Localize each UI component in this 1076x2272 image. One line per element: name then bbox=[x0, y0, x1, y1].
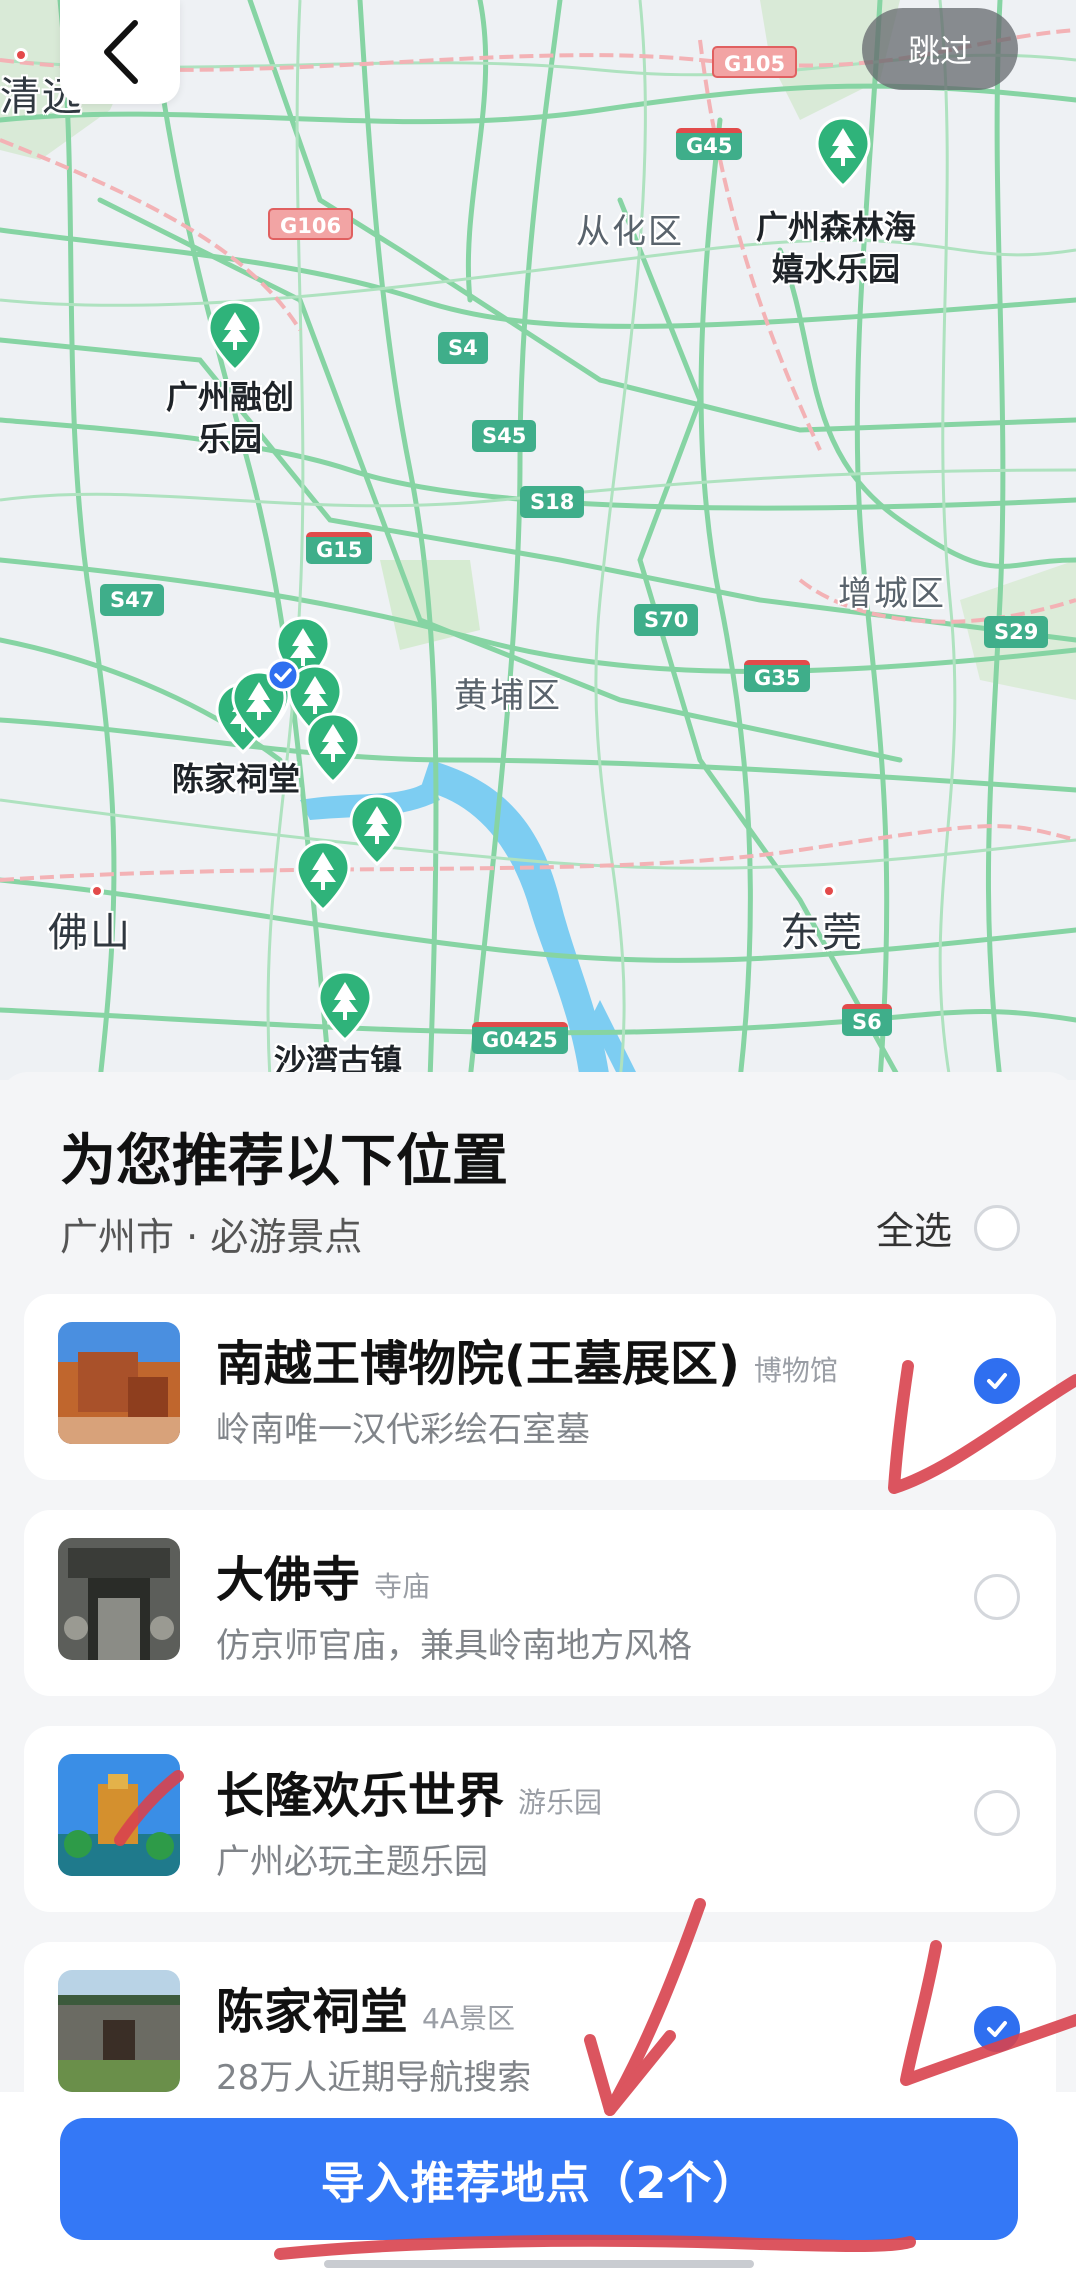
place-thumbnail bbox=[58, 1322, 180, 1444]
home-indicator bbox=[324, 2260, 754, 2268]
poi-label: 广州融创 乐园 bbox=[166, 378, 295, 458]
place-checkbox[interactable] bbox=[974, 1358, 1020, 1404]
check-icon bbox=[987, 1373, 1007, 1389]
map-pin[interactable] bbox=[294, 840, 352, 912]
panel-subtitle: 广州市 · 必游景点 bbox=[60, 1215, 363, 1259]
place-tag: 寺庙 bbox=[374, 1570, 431, 1603]
place-name: 南越王博物院(王墓展区) 博物馆 bbox=[216, 1336, 838, 1392]
road-shield: S6 bbox=[842, 1004, 892, 1036]
city-label: 东莞 bbox=[780, 910, 864, 956]
place-thumbnail bbox=[58, 1754, 180, 1876]
place-card[interactable]: 长隆欢乐世界 游乐园 广州必玩主题乐园 bbox=[24, 1726, 1056, 1912]
select-all-label: 全选 bbox=[875, 1209, 952, 1253]
place-name: 长隆欢乐世界 游乐园 bbox=[216, 1768, 603, 1824]
select-all-toggle[interactable]: 全选 bbox=[876, 1200, 1020, 1255]
bottom-action-bar: 导入推荐地点（2个） bbox=[0, 2092, 1076, 2272]
skip-button[interactable]: 跳过 bbox=[862, 8, 1018, 90]
place-description: 岭南唯一汉代彩绘石室墓 bbox=[216, 1410, 590, 1450]
road-shield: S70 bbox=[634, 604, 699, 636]
place-description: 仿京师官庙，兼具岭南地方风格 bbox=[216, 1626, 692, 1666]
poi-label: 陈家祠堂 bbox=[172, 760, 301, 798]
district-label: 从化区 bbox=[576, 212, 684, 252]
road-shield: G106 bbox=[268, 208, 354, 240]
road-shield: G35 bbox=[744, 660, 811, 692]
place-card[interactable]: 南越王博物院(王墓展区) 博物馆 岭南唯一汉代彩绘石室墓 bbox=[24, 1294, 1056, 1480]
road-shield: S4 bbox=[438, 332, 488, 364]
place-tag: 博物馆 bbox=[753, 1354, 838, 1387]
place-tag: 游乐园 bbox=[518, 1786, 603, 1819]
panel-title: 为您推荐以下位置 bbox=[60, 1129, 508, 1194]
place-checkbox[interactable] bbox=[974, 1574, 1020, 1620]
road-shield: G15 bbox=[306, 532, 373, 564]
map-base bbox=[0, 0, 1076, 1080]
map-pin[interactable] bbox=[348, 794, 406, 866]
road-shield: G45 bbox=[676, 128, 743, 160]
map-pin[interactable] bbox=[304, 712, 362, 784]
selected-badge-icon bbox=[266, 658, 300, 692]
map-pin[interactable] bbox=[814, 116, 872, 188]
import-places-button[interactable]: 导入推荐地点（2个） bbox=[60, 2118, 1018, 2240]
road-shield: S47 bbox=[100, 584, 165, 616]
place-name: 陈家祠堂 4A景区 bbox=[216, 1984, 515, 2040]
place-thumbnail bbox=[58, 1538, 180, 1660]
chevron-left-icon bbox=[104, 20, 138, 84]
district-label: 增城区 bbox=[838, 574, 946, 614]
place-card[interactable]: 大佛寺 寺庙 仿京师官庙，兼具岭南地方风格 bbox=[24, 1510, 1056, 1696]
road-shield: G0425 bbox=[472, 1022, 568, 1054]
city-label: 佛山 bbox=[48, 910, 132, 956]
road-shield: S29 bbox=[984, 616, 1049, 648]
poi-label: 广州森林海 嬉水乐园 bbox=[756, 208, 917, 288]
place-checkbox[interactable] bbox=[974, 2006, 1020, 2052]
district-label: 黄埔区 bbox=[454, 676, 562, 716]
place-checkbox[interactable] bbox=[974, 1790, 1020, 1836]
back-button[interactable] bbox=[60, 0, 180, 104]
place-description: 广州必玩主题乐园 bbox=[216, 1842, 488, 1882]
place-tag: 4A景区 bbox=[422, 2002, 515, 2035]
map-pin[interactable] bbox=[316, 970, 374, 1042]
road-shield: S45 bbox=[472, 420, 537, 452]
map-view[interactable]: G105 G45 G106 S4 S45 S18 G15 S47 S70 G35… bbox=[0, 0, 1076, 1080]
road-shield: S18 bbox=[520, 486, 585, 518]
city-marker bbox=[90, 884, 104, 898]
map-pin[interactable] bbox=[206, 300, 264, 372]
place-name: 大佛寺 寺庙 bbox=[216, 1552, 431, 1608]
place-thumbnail bbox=[58, 1970, 180, 2092]
city-marker bbox=[822, 884, 836, 898]
city-marker bbox=[14, 48, 28, 62]
select-all-checkbox[interactable] bbox=[974, 1204, 1020, 1251]
check-icon bbox=[987, 2021, 1007, 2037]
road-shield: G105 bbox=[712, 46, 798, 78]
